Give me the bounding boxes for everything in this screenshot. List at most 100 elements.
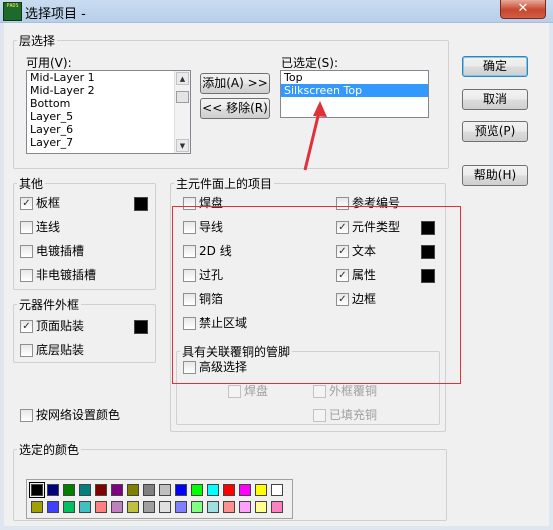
palette-color-cell[interactable] (191, 484, 203, 496)
checkbox-box[interactable] (336, 197, 349, 210)
palette-color-cell[interactable] (127, 484, 139, 496)
checkbox-label: 元件类型 (352, 220, 401, 234)
color-swatch[interactable] (421, 245, 435, 259)
palette-color-cell[interactable] (63, 501, 75, 513)
palette-color-cell[interactable] (239, 484, 251, 496)
list-item[interactable]: Top (281, 71, 428, 84)
scroll-up-icon[interactable]: ▲ (176, 72, 189, 85)
color-swatch[interactable] (421, 269, 435, 283)
palette-color-cell[interactable] (47, 484, 59, 496)
checkbox-label: 焊盘 (199, 196, 224, 210)
list-item[interactable]: Mid-Layer 2 (27, 84, 190, 97)
color-swatch[interactable] (421, 221, 435, 235)
list-item[interactable]: Silkscreen Top (281, 84, 428, 97)
ok-button[interactable]: 确定 (462, 56, 528, 77)
palette-color-cell[interactable] (191, 501, 203, 513)
checkbox-label: 属性 (352, 268, 377, 282)
palette-color-cell[interactable] (95, 501, 107, 513)
checkbox-box[interactable] (20, 269, 33, 282)
palette-color-cell[interactable] (159, 501, 171, 513)
cancel-button[interactable]: 取消 (462, 89, 528, 110)
checkbox-label: 顶面贴装 (36, 319, 85, 333)
palette-color-cell[interactable] (31, 501, 43, 513)
palette-color-cell[interactable] (111, 484, 123, 496)
checkbox-label: 参考编号 (352, 196, 401, 210)
checkbox-label: 2D 线 (199, 244, 232, 258)
help-button[interactable]: 帮助(H) (462, 165, 528, 186)
list-item[interactable]: Layer_5 (27, 110, 190, 123)
palette-color-cell[interactable] (223, 484, 235, 496)
palette-color-cell[interactable] (255, 484, 267, 496)
palette-color-cell[interactable] (111, 501, 123, 513)
checkbox-label: 板框 (36, 196, 61, 210)
checkbox-box[interactable] (20, 221, 33, 234)
palette-color-cell[interactable] (143, 501, 155, 513)
list-item[interactable]: Layer_7 (27, 136, 190, 149)
dialog-client: 层选择 可用(V): Mid-Layer 1 Mid-Layer 2 Bottom L… (4, 23, 549, 526)
app-icon-text: PADS (6, 3, 19, 9)
palette-color-cell[interactable] (271, 501, 283, 513)
checkbox-box[interactable] (183, 245, 196, 258)
palette-color-cell[interactable] (79, 501, 91, 513)
checkbox-label: 禁止区域 (199, 316, 248, 330)
checkbox-box[interactable] (183, 269, 196, 282)
checkbox-label: 电镀插槽 (36, 244, 85, 258)
scroll-thumb[interactable] (176, 91, 189, 103)
palette-color-cell[interactable] (175, 501, 187, 513)
palette-color-cell[interactable] (207, 484, 219, 496)
color-swatch[interactable] (134, 197, 148, 211)
available-layers-list[interactable]: Mid-Layer 1 Mid-Layer 2 Bottom Layer_5 Layer… (26, 70, 191, 154)
checkbox-box[interactable]: ✓ (336, 269, 349, 282)
checkbox-box[interactable]: ✓ (336, 293, 349, 306)
palette-color-cell[interactable] (143, 484, 155, 496)
remove-layer-button[interactable]: << 移除(R) (200, 98, 270, 119)
palette-color-cell[interactable] (223, 501, 235, 513)
checkbox-box[interactable] (20, 245, 33, 258)
available-list-scrollbar[interactable]: ▲ ▼ (174, 71, 190, 153)
close-button[interactable]: ✕ (500, 0, 546, 19)
checkbox-label: 过孔 (199, 268, 224, 282)
title-bar[interactable]: PADS 选择项目 - ✕ (0, 0, 553, 23)
list-item[interactable]: Mid-Layer 1 (27, 71, 190, 84)
palette-color-cell[interactable] (29, 482, 45, 498)
palette-color-cell[interactable] (79, 484, 91, 496)
palette-color-cell[interactable] (207, 501, 219, 513)
checkbox-box (313, 409, 326, 422)
checkbox-box[interactable] (20, 344, 33, 357)
checkbox-label: 外框覆铜 (329, 384, 378, 398)
palette-color-cell[interactable] (239, 501, 251, 513)
checkbox-box[interactable] (183, 197, 196, 210)
palette-color-cell[interactable] (175, 484, 187, 496)
dialog-window: PADS 选择项目 - ✕ 层选择 可用(V): Mid-Layer 1 Mid-… (0, 0, 553, 530)
palette-color-cell[interactable] (255, 501, 267, 513)
palette-color-cell[interactable] (63, 484, 75, 496)
color-swatch[interactable] (134, 320, 148, 334)
preview-button[interactable]: 预览(P) (462, 121, 528, 142)
component-items-label: 主元件面上的项目 (176, 177, 273, 191)
selected-label: 已选定(S): (281, 56, 339, 70)
checkbox-box[interactable] (183, 317, 196, 330)
scroll-down-icon[interactable]: ▼ (176, 139, 189, 152)
checkbox-label: 底层贴装 (36, 343, 85, 357)
available-items: Mid-Layer 1 Mid-Layer 2 Bottom Layer_5 Layer… (27, 71, 190, 149)
checkbox-box[interactable]: ✓ (20, 320, 33, 333)
checkbox-box[interactable] (183, 221, 196, 234)
add-layer-button[interactable]: 添加(A) >> (200, 73, 270, 94)
palette-color-cell[interactable] (127, 501, 139, 513)
selected-layers-list[interactable]: Top Silkscreen Top (280, 70, 429, 118)
checkbox-box[interactable] (20, 409, 33, 422)
available-label: 可用(V): (26, 56, 72, 70)
color-palette (26, 479, 293, 519)
palette-color-cell[interactable] (47, 501, 59, 513)
checkbox-box[interactable]: ✓ (336, 221, 349, 234)
palette-color-cell[interactable] (271, 484, 283, 496)
selected-items: Top Silkscreen Top (281, 71, 428, 97)
list-item[interactable]: Bottom (27, 97, 190, 110)
checkbox-box[interactable]: ✓ (336, 245, 349, 258)
palette-color-cell[interactable] (159, 484, 171, 496)
list-item[interactable]: Layer_6 (27, 123, 190, 136)
checkbox-box[interactable] (183, 361, 196, 374)
checkbox-box[interactable] (183, 293, 196, 306)
checkbox-box[interactable]: ✓ (20, 197, 33, 210)
palette-color-cell[interactable] (95, 484, 107, 496)
